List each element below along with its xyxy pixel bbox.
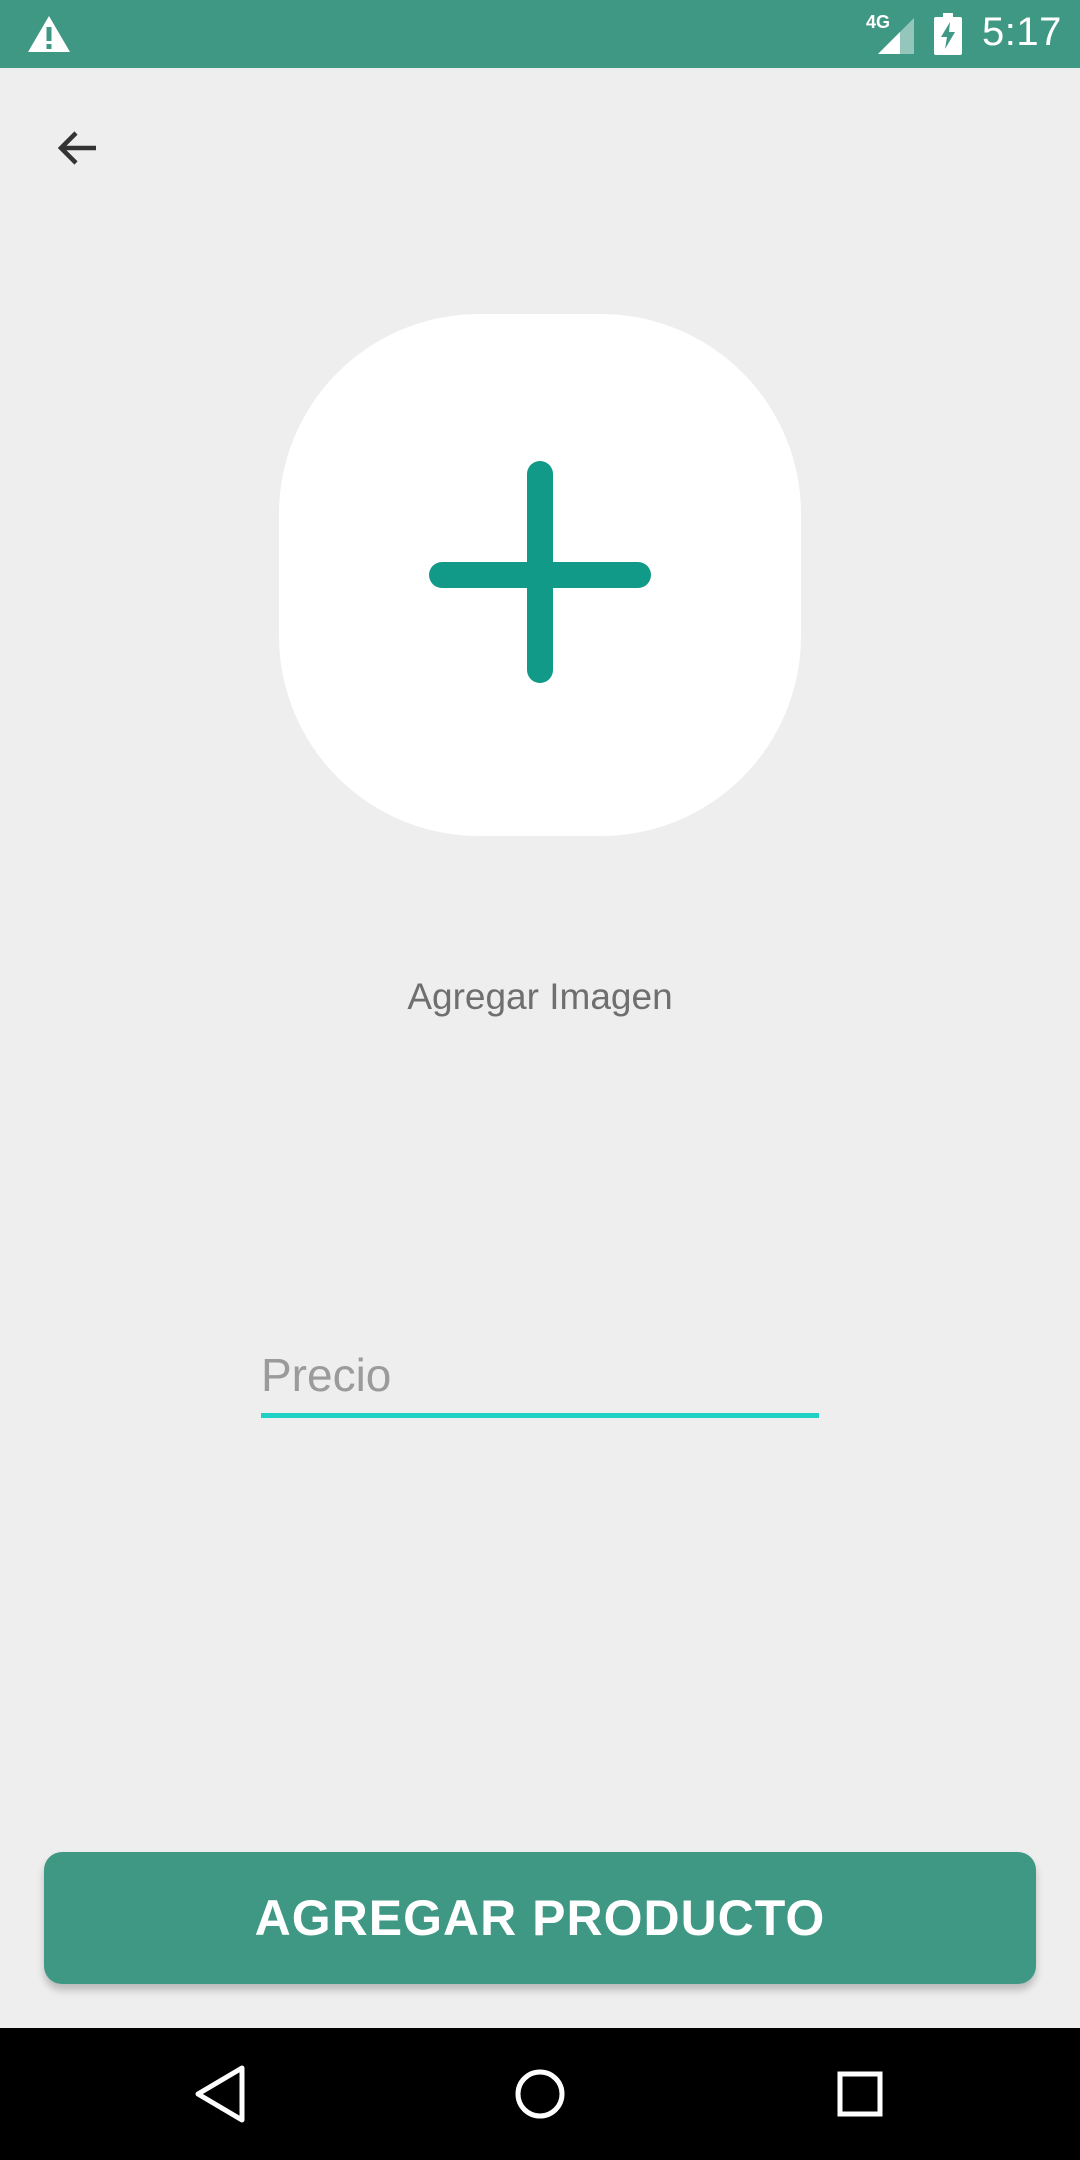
warning-icon	[28, 16, 70, 52]
plus-icon	[429, 461, 651, 683]
navigation-bar	[0, 2028, 1080, 2160]
price-input[interactable]	[261, 1336, 819, 1418]
back-triangle-icon[interactable]	[184, 2058, 256, 2130]
arrow-back-icon	[57, 131, 96, 165]
recents-square-icon[interactable]	[824, 2058, 896, 2130]
signal-icon	[878, 18, 914, 54]
back-button[interactable]	[40, 110, 116, 186]
add-product-button[interactable]: AGREGAR PRODUCTO	[44, 1852, 1036, 1984]
add-product-screen: 4G 5:17 Agregar Imagen AGREGAR PRODUCTO	[0, 0, 1080, 2160]
status-bar: 4G 5:17	[0, 0, 1080, 68]
add-image-caption: Agregar Imagen	[407, 976, 673, 1017]
status-time: 5:17	[982, 10, 1062, 54]
add-image-button[interactable]	[279, 314, 801, 836]
battery-charging-icon	[934, 13, 962, 55]
add-product-button-label: AGREGAR PRODUCTO	[254, 1890, 826, 1946]
home-circle-icon[interactable]	[504, 2058, 576, 2130]
